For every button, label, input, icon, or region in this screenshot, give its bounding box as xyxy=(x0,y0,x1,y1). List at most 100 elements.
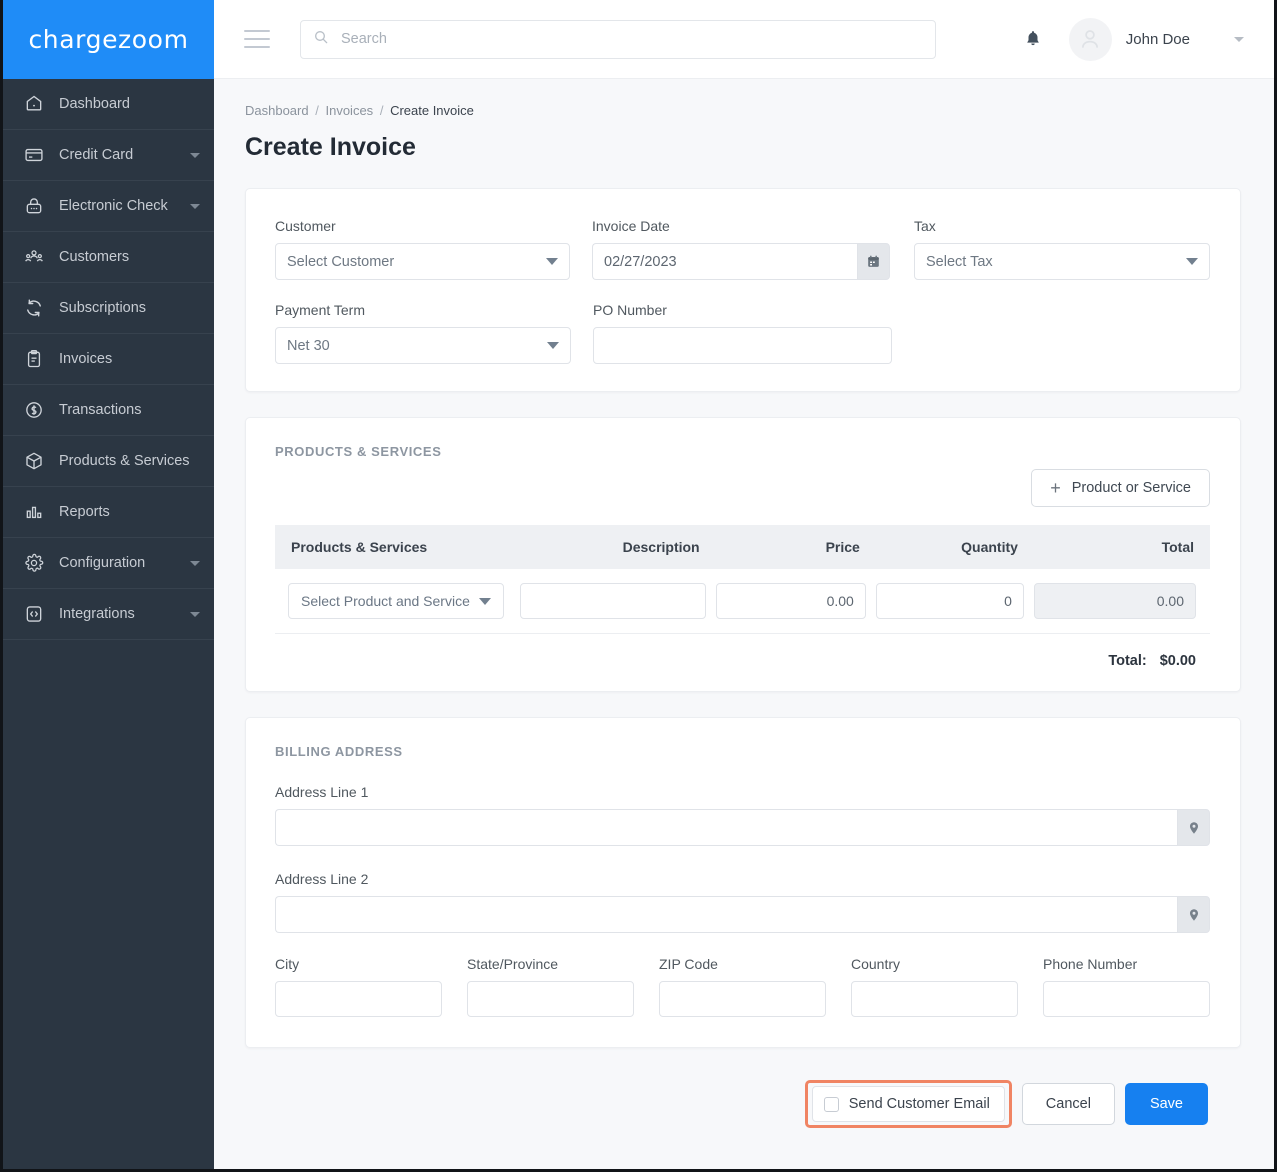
chevron-down-icon xyxy=(478,597,491,605)
bell-icon[interactable] xyxy=(1023,28,1043,50)
invoice-date-input[interactable]: 02/27/2023 xyxy=(592,243,857,280)
chevron-down-icon[interactable] xyxy=(190,560,200,566)
tax-select-value: Select Tax xyxy=(926,253,993,270)
breadcrumb-dashboard[interactable]: Dashboard xyxy=(245,103,309,118)
sidebar-item-subscriptions[interactable]: Subscriptions xyxy=(3,283,214,334)
add-product-or-service-button[interactable]: + Product or Service xyxy=(1031,469,1210,507)
country-input[interactable] xyxy=(851,981,1018,1017)
zip-input[interactable] xyxy=(659,981,826,1017)
po-number-control[interactable] xyxy=(593,327,892,364)
chevron-down-icon[interactable] xyxy=(1234,36,1244,42)
send-customer-email-checkbox[interactable]: Send Customer Email xyxy=(811,1086,1005,1122)
state-label: State/Province xyxy=(467,956,559,972)
payment-term-select[interactable]: Net 30 xyxy=(275,327,571,364)
breadcrumb: Dashboard / Invoices / Create Invoice xyxy=(245,103,1241,118)
products-table-head: Products & Services Description Price Qu… xyxy=(275,525,1210,569)
chevron-down-icon[interactable] xyxy=(190,611,200,617)
customer-select[interactable]: Select Customer xyxy=(275,243,570,280)
phone-field-group: Phone Number xyxy=(1043,956,1210,1017)
cell-quantity xyxy=(875,569,1034,634)
add-product-row: + Product or Service xyxy=(275,469,1210,507)
billing-address-card: BILLING ADDRESS Address Line 1 Address L… xyxy=(245,717,1241,1048)
grand-total-label: Total: xyxy=(1108,653,1147,669)
breadcrumb-invoices[interactable]: Invoices xyxy=(325,103,373,118)
products-services-card: PRODUCTS & SERVICES + Product or Service… xyxy=(245,417,1241,692)
grand-total-value: $0.00 xyxy=(1159,653,1196,669)
dollar-circle-icon xyxy=(23,399,45,421)
bar-chart-icon xyxy=(23,501,45,523)
chevron-down-icon xyxy=(1186,258,1198,265)
chevron-down-icon[interactable] xyxy=(190,152,200,158)
page-title: Create Invoice xyxy=(245,133,416,161)
calendar-icon[interactable] xyxy=(857,243,890,280)
sidebar-nav: Dashboard Credit Card Electronic Check C… xyxy=(3,79,214,1169)
column-header-description: Description xyxy=(519,525,716,569)
chevron-down-icon[interactable] xyxy=(190,203,200,209)
sidebar-item-customers[interactable]: Customers xyxy=(3,232,214,283)
customer-field-group: Customer Select Customer xyxy=(275,218,570,280)
checkbox-box[interactable] xyxy=(823,1096,839,1112)
product-select[interactable]: Select Product and Service xyxy=(288,583,504,619)
avatar[interactable] xyxy=(1068,17,1112,61)
credit-card-icon xyxy=(23,144,45,166)
sidebar-item-dashboard[interactable]: Dashboard xyxy=(3,79,214,130)
sidebar-item-label: Subscriptions xyxy=(59,300,147,316)
add-product-label: Product or Service xyxy=(1071,480,1191,496)
search-box[interactable] xyxy=(300,19,936,59)
sidebar-item-invoices[interactable]: Invoices xyxy=(3,334,214,385)
hamburger-icon[interactable] xyxy=(244,30,270,48)
address-line-2-input[interactable] xyxy=(275,896,1177,933)
brand-logo[interactable]: chargezoom xyxy=(3,0,214,79)
quantity-input[interactable] xyxy=(875,583,1024,619)
breadcrumb-separator: / xyxy=(315,103,319,118)
city-input[interactable] xyxy=(275,981,442,1017)
search-input[interactable] xyxy=(339,30,923,48)
page-content: Dashboard / Invoices / Create Invoice Cr… xyxy=(214,79,1274,1169)
description-input[interactable] xyxy=(519,583,706,619)
invoice-date-group: 02/27/2023 xyxy=(592,243,890,280)
sidebar-item-electronic-check[interactable]: Electronic Check xyxy=(3,181,214,232)
row-total-value xyxy=(1033,583,1196,619)
zip-label: ZIP Code xyxy=(659,956,718,972)
dashboard-icon xyxy=(23,93,45,115)
tax-label: Tax xyxy=(914,218,936,234)
form-actions: Send Customer Email Cancel Save xyxy=(245,1073,1241,1135)
address-line-1-input[interactable] xyxy=(275,809,1177,846)
breadcrumb-current: Create Invoice xyxy=(390,103,474,118)
gear-icon xyxy=(23,552,45,574)
breadcrumb-separator: / xyxy=(379,103,384,118)
customer-select-value: Select Customer xyxy=(287,253,395,270)
tax-select[interactable]: Select Tax xyxy=(914,243,1210,280)
sidebar-item-configuration[interactable]: Configuration xyxy=(3,538,214,589)
column-header-products: Products & Services xyxy=(275,525,520,569)
sidebar-item-label: Integrations xyxy=(59,606,135,622)
sidebar-item-credit-card[interactable]: Credit Card xyxy=(3,130,214,181)
cell-total xyxy=(1033,569,1210,634)
tax-field-group: Tax Select Tax xyxy=(914,218,1210,280)
state-field-group: State/Province xyxy=(467,956,634,1017)
table-header-row: Products & Services Description Price Qu… xyxy=(275,525,1210,569)
sidebar-item-transactions[interactable]: Transactions xyxy=(3,385,214,436)
map-pin-icon[interactable] xyxy=(1177,896,1210,933)
payment-term-value: Net 30 xyxy=(287,337,330,354)
po-number-input[interactable] xyxy=(605,328,880,363)
billing-address-title: BILLING ADDRESS xyxy=(275,744,403,759)
sidebar-item-integrations[interactable]: Integrations xyxy=(3,589,214,640)
save-button[interactable]: Save xyxy=(1124,1083,1208,1125)
po-number-label: PO Number xyxy=(593,302,667,318)
user-name: John Doe xyxy=(1125,30,1190,48)
map-pin-icon[interactable] xyxy=(1177,809,1210,846)
sidebar-item-reports[interactable]: Reports xyxy=(3,487,214,538)
price-input[interactable] xyxy=(715,583,866,619)
state-input[interactable] xyxy=(467,981,634,1017)
sidebar-item-label: Customers xyxy=(59,249,130,265)
phone-input[interactable] xyxy=(1043,981,1210,1017)
form-row-2: Payment Term Net 30 PO Number xyxy=(275,302,1210,364)
sidebar-item-products-services[interactable]: Products & Services xyxy=(3,436,214,487)
products-table: Products & Services Description Price Qu… xyxy=(275,525,1210,634)
sidebar-item-label: Reports xyxy=(59,504,110,520)
city-label: City xyxy=(275,956,300,972)
city-field-group: City xyxy=(275,956,442,1017)
column-header-total: Total xyxy=(1033,525,1210,569)
cancel-button[interactable]: Cancel xyxy=(1021,1083,1115,1125)
